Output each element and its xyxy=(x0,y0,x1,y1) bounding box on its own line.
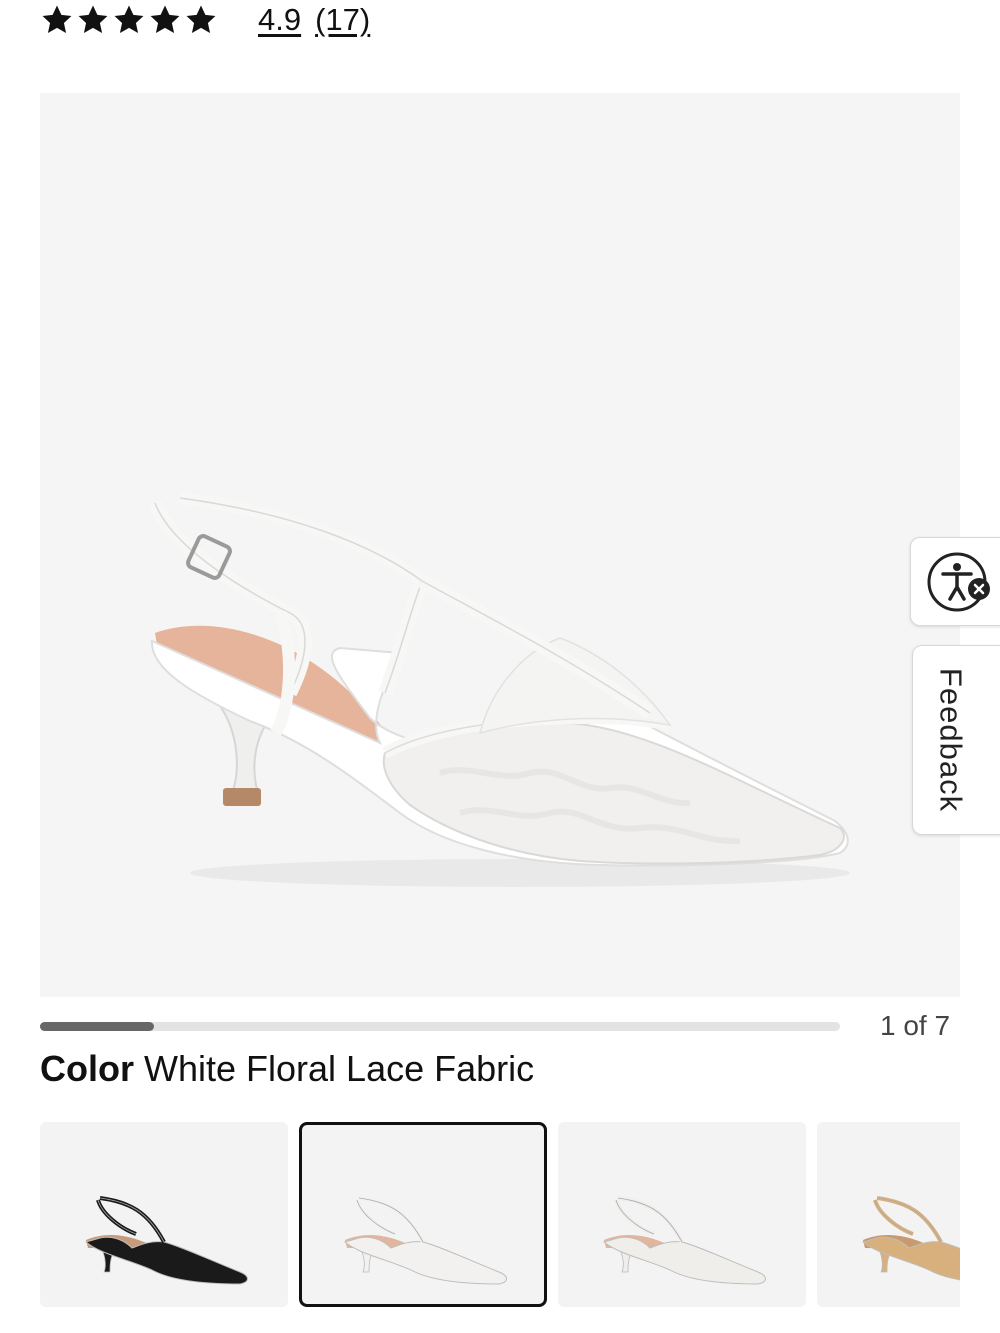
star-icon xyxy=(150,5,180,34)
color-swatch-white-floral-lace[interactable] xyxy=(299,1122,547,1307)
shoe-illustration xyxy=(148,492,850,887)
color-value: White Floral Lace Fabric xyxy=(144,1048,535,1089)
rating-row[interactable]: 4.9 (17) xyxy=(40,0,370,40)
swatch-shoe-image xyxy=(602,1196,766,1285)
feedback-tab[interactable]: Feedback xyxy=(912,645,1000,835)
color-swatch-black[interactable] xyxy=(40,1122,288,1307)
rating-value[interactable]: 4.9 xyxy=(258,2,301,38)
color-swatch-list xyxy=(40,1122,960,1307)
color-swatch-natural[interactable] xyxy=(817,1122,960,1307)
feedback-label: Feedback xyxy=(933,667,969,813)
star-icon xyxy=(114,5,144,34)
star-rating xyxy=(40,3,218,37)
color-selection: Color White Floral Lace Fabric xyxy=(40,1048,534,1090)
accessibility-icon xyxy=(927,552,990,611)
color-swatch-white[interactable] xyxy=(558,1122,806,1307)
star-icon xyxy=(42,5,72,34)
review-count-link[interactable]: (17) xyxy=(315,2,370,38)
gallery-progress-fill xyxy=(40,1022,155,1031)
gallery-progress-bar xyxy=(40,1022,840,1031)
swatch-shoe-image xyxy=(861,1196,960,1281)
swatch-shoe-image xyxy=(84,1196,248,1285)
product-image[interactable] xyxy=(40,93,960,997)
star-icon xyxy=(78,5,108,34)
image-counter: 1 of 7 xyxy=(880,1010,951,1041)
accessibility-button[interactable] xyxy=(910,537,1000,626)
swatch-shoe-image xyxy=(343,1196,507,1285)
color-label: Color xyxy=(40,1048,134,1089)
star-icon xyxy=(186,5,216,34)
